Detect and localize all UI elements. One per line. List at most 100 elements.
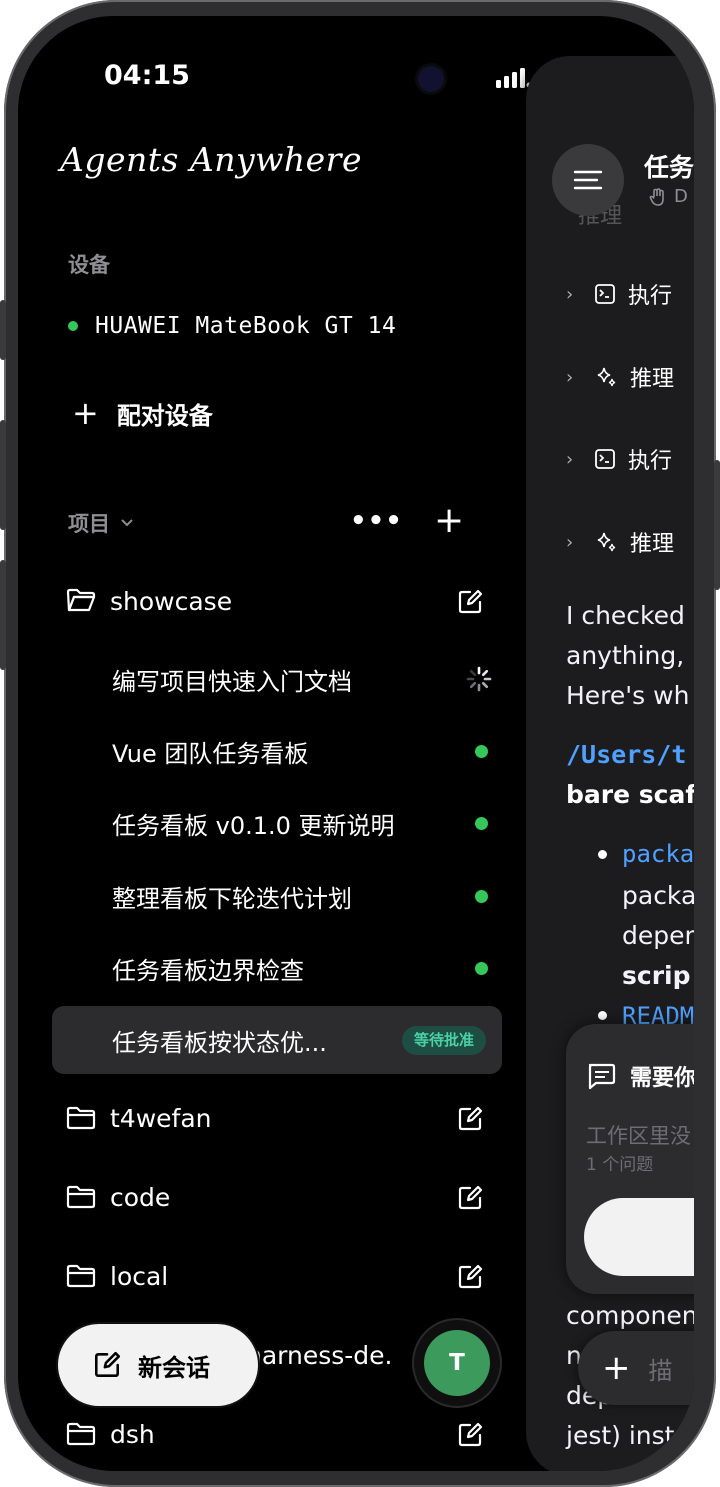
bullet-dot [598,1011,607,1020]
hamburger-menu-icon [573,170,603,190]
question-body: 工作区里没 [586,1124,691,1148]
task-title: 编写项目快速入门文档 [112,667,352,696]
status-time: 04:15 [104,60,190,91]
folder-icon [66,1264,96,1288]
task-title: 任务看板 v0.1.0 更新说明 [112,811,395,840]
loading-spinner-icon [466,666,492,692]
sparkle-icon [594,365,618,389]
power-button [714,460,720,590]
step-execute[interactable]: › 执行 [566,443,672,475]
question-header: 需要你 [586,1060,694,1092]
screen: 04:15 92 Agents Anywhere 设备 HUAWEI MateB… [18,16,694,1471]
task-item[interactable]: Vue 团队任务看板 [112,726,488,776]
folder-name: dsh [110,1419,155,1449]
question-title: 需要你 [630,1066,694,1091]
bullet-dot [598,850,607,859]
folder-name: showcase [110,586,233,616]
task-item[interactable]: 编写项目快速入门文档 [112,654,492,704]
awaiting-approval-badge: 等待批准 [401,1026,486,1055]
chat-subtitle: D [648,186,688,207]
chevron-down-icon [121,519,133,527]
action-button [0,300,6,360]
devices-section-label: 设备 [68,253,110,277]
step-execute[interactable]: › 执行 [566,278,672,310]
chevron-right-icon: › [566,366,574,388]
chat-title: 任务 [644,153,694,182]
new-chat-in-folder-icon[interactable] [456,1184,484,1212]
bullet-text: packa [622,881,694,910]
chevron-right-icon: › [566,531,574,553]
task-item[interactable]: 整理看板下轮迭代计划 [112,871,488,921]
folder-name: local [110,1261,169,1291]
message-line: jest) inst [566,1421,675,1450]
cellular-signal-icon [496,68,532,88]
chat-panel[interactable]: 推理 任务 D › 执行 › 推理 › 执行 › 推理 I checked an… [526,56,694,1471]
volume-up-button [0,420,6,530]
bullet-text: depen [622,921,694,950]
projects-more-button[interactable]: ••• [350,506,403,536]
compose-icon [95,1351,121,1377]
projects-section-label: 项目 [68,512,110,536]
task-title: Vue 团队任务看板 [112,739,309,768]
task-item[interactable]: 任务看板 v0.1.0 更新说明 [112,798,488,848]
add-project-button[interactable]: + [434,500,464,541]
message-line: I checked [566,601,685,630]
folder-item-code[interactable]: code [66,1172,506,1222]
bold-text: bare scaf [566,780,694,809]
task-done-dot [475,816,488,830]
folder-item-showcase[interactable]: showcase [66,576,506,626]
path-code: /Users/t [566,740,687,769]
folder-name: code [110,1182,171,1212]
chevron-right-icon: › [566,283,574,305]
chevron-right-icon: › [566,448,574,470]
step-reasoning[interactable]: › 推理 [566,361,674,393]
inline-code: packa [622,840,694,868]
task-title: 任务看板边界检查 [112,956,304,985]
task-done-dot [475,889,488,903]
task-done-dot [475,744,488,758]
answer-button[interactable] [584,1198,694,1276]
step-label: 执行 [628,449,673,474]
step-reasoning[interactable]: › 推理 [566,526,674,558]
folder-icon [66,1422,96,1446]
attach-plus-icon[interactable]: + [602,1348,631,1388]
new-chat-in-folder-icon[interactable] [456,1421,484,1449]
new-chat-in-folder-icon[interactable] [456,1105,484,1133]
online-status-dot [68,321,78,331]
message-composer[interactable]: + 描 [578,1331,694,1405]
app-brand: Agents Anywhere [60,140,362,179]
question-count: 1 个问题 [586,1155,654,1175]
bullet-bold-text: scrip [622,961,691,990]
step-label: 执行 [628,284,673,309]
step-label: 推理 [630,367,675,392]
folder-name: t4wefan [110,1103,212,1133]
terminal-icon [594,283,616,305]
pair-device-label: 配对设备 [116,401,213,430]
message-icon [588,1063,616,1090]
device-item[interactable]: HUAWEI MateBook GT 14 [68,313,396,339]
step-label: 推理 [630,532,675,557]
task-item-active[interactable]: 任务看板按状态优... 等待批准 [52,1006,502,1074]
projects-header[interactable]: 项目 [68,508,134,538]
composer-placeholder: 描 [648,1356,673,1385]
user-avatar-button[interactable]: T [414,1320,500,1406]
new-chat-in-folder-icon[interactable] [456,588,484,616]
pair-device-button[interactable]: + 配对设备 [72,394,213,432]
folder-item-t4wefan[interactable]: t4wefan [66,1093,506,1143]
task-done-dot [475,961,488,975]
plus-icon: + [72,394,99,432]
sparkle-icon [594,530,618,554]
folder-icon [66,1185,96,1209]
new-chat-label: 新会话 [138,1353,210,1382]
folder-item-local[interactable]: local [66,1251,506,1301]
folder-open-icon [66,588,96,612]
new-chat-in-folder-icon[interactable] [456,1263,484,1291]
terminal-icon [594,448,616,470]
folder-icon [66,1106,96,1130]
task-item[interactable]: 任务看板边界检查 [112,943,488,993]
menu-button[interactable] [552,144,624,216]
folder-item-dsh[interactable]: dsh [66,1409,506,1459]
folder-name: harness-de. [246,1340,393,1370]
new-chat-button[interactable]: 新会话 [58,1324,258,1406]
question-card[interactable]: 需要你 工作区里没 1 个问题 [566,1024,694,1294]
